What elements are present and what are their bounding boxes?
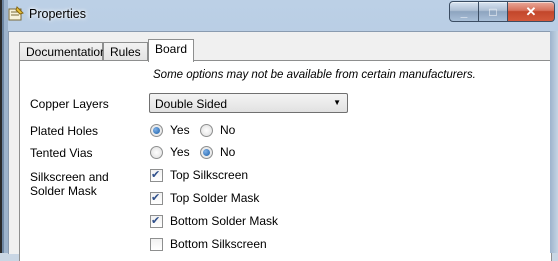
bottom-solder-mask-checkbox[interactable] bbox=[150, 214, 163, 228]
close-button[interactable]: ✕ bbox=[508, 1, 555, 22]
bottom-silkscreen-checkbox[interactable] bbox=[150, 238, 163, 251]
bottom-solder-mask-label[interactable]: Bottom Solder Mask bbox=[170, 214, 278, 228]
tab-rules[interactable]: Rules bbox=[103, 42, 148, 61]
tab-documentation-label: Documentation bbox=[26, 45, 107, 59]
tab-documentation[interactable]: Documentation bbox=[19, 42, 107, 61]
copper-layers-value: Double Sided bbox=[155, 97, 228, 111]
minimize-icon: _ bbox=[460, 4, 468, 19]
caption-buttons: _ □ ✕ bbox=[449, 1, 555, 22]
tented-vias-label: Tented Vias bbox=[30, 146, 93, 160]
top-solder-mask-label[interactable]: Top Solder Mask bbox=[170, 191, 259, 205]
silkscreen-label-line2: Solder Mask bbox=[30, 184, 97, 198]
close-icon: ✕ bbox=[525, 3, 537, 19]
top-solder-mask-checkbox[interactable] bbox=[150, 191, 163, 205]
title-bar[interactable]: Properties _ □ ✕ bbox=[0, 0, 558, 30]
silkscreen-label-line1: Silkscreen and bbox=[30, 170, 109, 184]
plated-holes-no-label[interactable]: No bbox=[220, 123, 235, 137]
tab-board[interactable]: Board bbox=[148, 39, 194, 62]
manufacturer-note: Some options may not be available from c… bbox=[153, 69, 476, 81]
board-panel: Some options may not be available from c… bbox=[19, 60, 552, 261]
tented-vias-no-radio[interactable] bbox=[200, 146, 213, 159]
tented-vias-yes-label[interactable]: Yes bbox=[170, 145, 190, 159]
plated-holes-yes-radio[interactable] bbox=[150, 124, 163, 137]
plated-holes-yes-label[interactable]: Yes bbox=[170, 123, 190, 137]
copper-layers-label: Copper Layers bbox=[30, 97, 109, 111]
properties-window: Properties _ □ ✕ Documentation Rules Boa… bbox=[0, 0, 558, 261]
window-right-border bbox=[550, 31, 558, 253]
maximize-icon: □ bbox=[489, 4, 497, 19]
properties-icon bbox=[8, 6, 24, 21]
tab-board-label: Board bbox=[155, 42, 188, 56]
minimize-button[interactable]: _ bbox=[449, 1, 479, 22]
tented-vias-no-label[interactable]: No bbox=[220, 145, 235, 159]
copper-layers-select[interactable]: Double Sided ▼ bbox=[149, 93, 348, 113]
top-silkscreen-checkbox[interactable] bbox=[150, 168, 163, 182]
chevron-down-icon: ▼ bbox=[333, 98, 341, 107]
tab-rules-label: Rules bbox=[110, 45, 141, 59]
plated-holes-label: Plated Holes bbox=[30, 124, 99, 138]
dialog-client-area: Documentation Rules Board Some options m… bbox=[8, 31, 552, 261]
window-title: Properties bbox=[29, 7, 86, 21]
plated-holes-no-radio[interactable] bbox=[200, 124, 213, 137]
window-left-border bbox=[0, 0, 8, 253]
top-silkscreen-label[interactable]: Top Silkscreen bbox=[170, 168, 248, 182]
tented-vias-yes-radio[interactable] bbox=[150, 146, 163, 159]
maximize-button[interactable]: □ bbox=[479, 1, 508, 22]
bottom-silkscreen-label[interactable]: Bottom Silkscreen bbox=[170, 237, 267, 251]
